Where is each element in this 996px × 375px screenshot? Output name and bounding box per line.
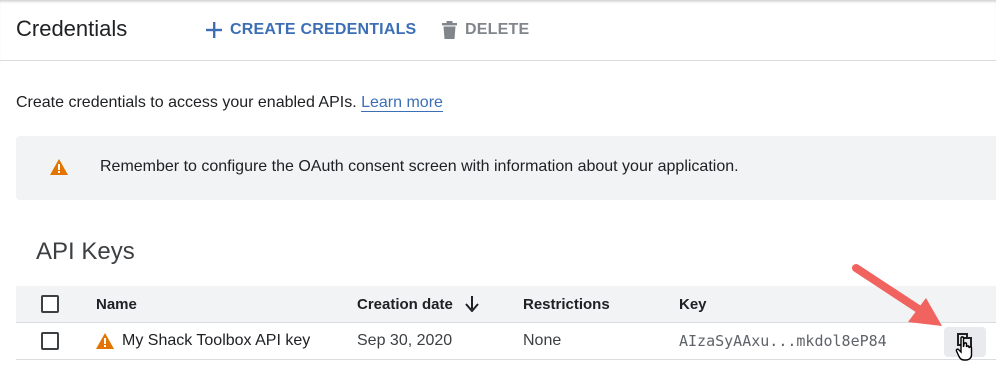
toolbar: Credentials CREATE CREDENTIALS DELETE [0,0,996,61]
column-creation-date-label: Creation date [357,295,453,313]
oauth-warning-banner: Remember to configure the OAuth consent … [16,136,996,200]
table-header: Name Creation date Restrictions Key [16,286,996,323]
delete-button[interactable]: DELETE [442,18,529,42]
banner-message: Remember to configure the OAuth consent … [100,158,739,175]
intro-text: Create credentials to access your enable… [16,94,443,112]
column-name[interactable]: Name [96,286,137,322]
create-credentials-label: CREATE CREDENTIALS [230,21,417,38]
annotation-arrow [852,264,942,326]
row-select-cell [41,323,59,359]
row-restrictions: None [523,332,562,349]
hand-cursor-icon [955,336,973,361]
select-all-checkbox[interactable] [41,295,59,313]
warning-icon [50,159,68,175]
page-title: Credentials [16,16,128,41]
row-creation-date: Sep 30, 2020 [357,332,453,349]
warning-icon [96,333,114,349]
row-checkbox[interactable] [41,332,59,350]
arrow-down-icon [465,296,479,312]
table-row[interactable]: My Shack Toolbox API key Sep 30, 2020 No… [16,323,996,360]
learn-more-link[interactable]: Learn more [361,94,443,112]
column-key[interactable]: Key [679,286,707,322]
intro-message: Create credentials to access your enable… [16,94,357,111]
delete-label: DELETE [465,21,530,38]
api-keys-title: API Keys [36,238,135,265]
column-restrictions[interactable]: Restrictions [523,286,610,322]
credentials-page: Credentials CREATE CREDENTIALS DELETE Cr… [0,0,996,375]
trash-icon [442,21,457,39]
column-creation-date[interactable]: Creation date [357,286,479,322]
row-name-cell: My Shack Toolbox API key [96,323,310,359]
api-keys-table: Name Creation date Restrictions Key My S… [16,286,996,360]
api-key-name-link[interactable]: My Shack Toolbox API key [122,332,310,350]
select-all-cell [41,286,59,322]
create-credentials-button[interactable]: CREATE CREDENTIALS [206,18,416,42]
plus-icon [206,22,222,38]
